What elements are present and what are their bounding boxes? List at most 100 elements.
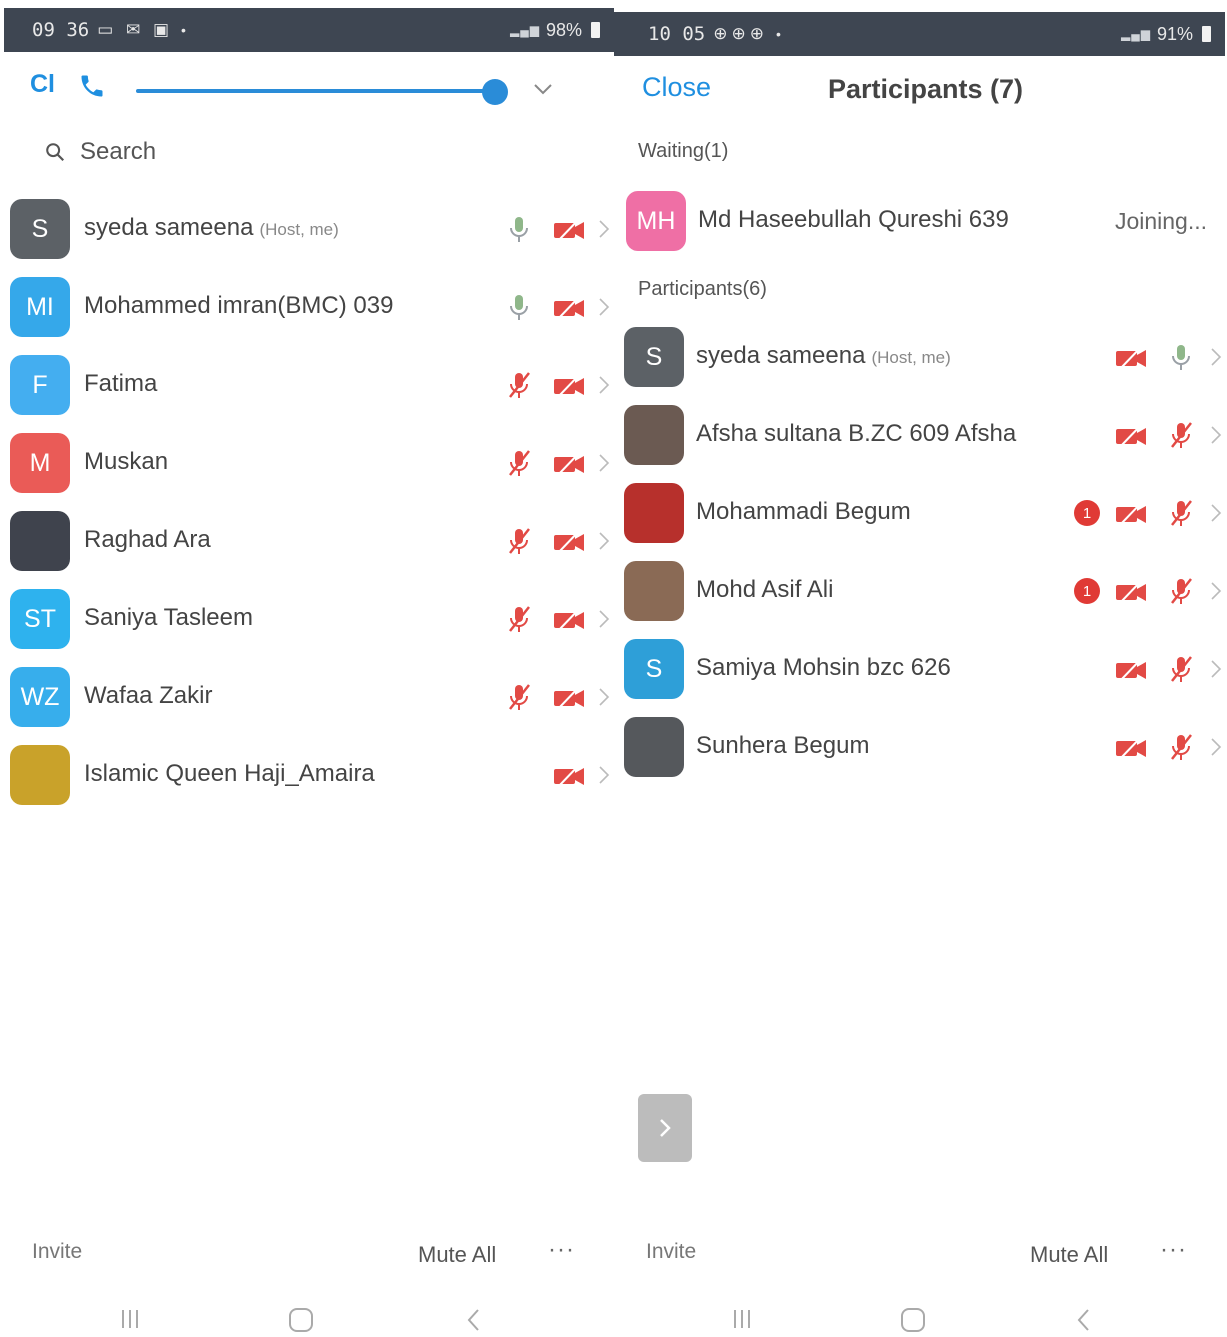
chevron-down-icon[interactable] [532, 82, 554, 96]
chevron-right-icon[interactable] [1210, 737, 1222, 757]
close-button[interactable]: Close [642, 72, 711, 103]
participant-row[interactable]: Ssyeda sameena (Host, me) [0, 190, 614, 268]
video-off-icon[interactable] [552, 448, 586, 478]
waiting-row[interactable]: MH Md Haseebullah Qureshi 639 Joining... [614, 182, 1227, 260]
mute-all-button[interactable]: Mute All [1030, 1242, 1108, 1268]
close-button-truncated[interactable]: Cl [30, 70, 55, 99]
participant-list: Ssyeda sameena (Host, me) Afsha sultana B.… [614, 318, 1227, 786]
chevron-right-icon[interactable] [598, 765, 610, 785]
microphone-muted-icon[interactable] [502, 682, 536, 712]
battery-percent: 91% [1156, 23, 1193, 44]
video-off-icon[interactable] [1114, 498, 1148, 528]
chevron-right-icon[interactable] [598, 219, 610, 239]
participants-section-label: Participants(6) [638, 278, 767, 300]
volume-slider-handle[interactable] [482, 79, 508, 105]
status-bar: 10 05 ⊕⊕⊕ • ▂▄▆ 91% [614, 12, 1225, 56]
recent-apps-icon[interactable] [728, 1306, 756, 1332]
home-icon[interactable] [286, 1306, 316, 1334]
video-off-icon[interactable] [1114, 654, 1148, 684]
participant-name-text: Mohammadi Begum [696, 498, 911, 525]
phone-icon[interactable] [78, 72, 106, 100]
waiting-section-label: Waiting(1) [638, 140, 729, 162]
participant-row[interactable]: S Samiya Mohsin bzc 626 [614, 630, 1227, 708]
participant-row[interactable]: Islamic Queen Haji_Amaira [0, 736, 614, 814]
participant-row[interactable]: WZ Wafaa Zakir [0, 658, 614, 736]
battery-icon [1202, 26, 1211, 42]
back-icon[interactable] [464, 1306, 484, 1334]
avatar: S [624, 639, 684, 699]
video-off-icon[interactable] [1114, 420, 1148, 450]
chevron-right-icon[interactable] [598, 687, 610, 707]
video-off-icon[interactable] [1114, 342, 1148, 372]
participant-row[interactable]: F Fatima [0, 346, 614, 424]
participant-row[interactable]: Raghad Ara [0, 502, 614, 580]
microphone-muted-icon[interactable] [502, 526, 536, 556]
video-off-icon[interactable] [552, 292, 586, 322]
chevron-right-icon[interactable] [598, 375, 610, 395]
participant-name-text: Fatima [84, 370, 158, 397]
chevron-right-icon[interactable] [598, 453, 610, 473]
video-off-icon[interactable] [552, 682, 586, 712]
chevron-right-icon[interactable] [1210, 581, 1222, 601]
chevron-right-icon[interactable] [598, 531, 610, 551]
participant-row[interactable]: Sunhera Begum [614, 708, 1227, 786]
participant-name-text: Raghad Ara [84, 526, 211, 553]
avatar-photo [624, 717, 684, 777]
recent-apps-icon[interactable] [116, 1306, 144, 1332]
microphone-muted-icon[interactable] [502, 604, 536, 634]
chevron-right-icon[interactable] [1210, 347, 1222, 367]
participant-row[interactable]: M Muskan [0, 424, 614, 502]
video-off-icon[interactable] [552, 760, 586, 790]
participant-row[interactable]: MI Mohammed imran(BMC) 039 [0, 268, 614, 346]
video-off-icon[interactable] [552, 526, 586, 556]
status-time: 09 36 [32, 19, 90, 41]
participant-name-text: Sunhera Begum [696, 732, 870, 759]
invite-button[interactable]: Invite [32, 1240, 82, 1264]
microphone-muted-icon[interactable] [1164, 654, 1198, 684]
invite-button[interactable]: Invite [646, 1240, 696, 1264]
back-icon[interactable] [1074, 1306, 1094, 1334]
panel-toggle-button[interactable] [638, 1094, 692, 1162]
video-off-icon[interactable] [552, 604, 586, 634]
mute-all-button[interactable]: Mute All [418, 1242, 496, 1268]
microphone-muted-icon[interactable] [1164, 576, 1198, 606]
volume-slider-track[interactable] [136, 89, 496, 93]
video-off-icon[interactable] [552, 214, 586, 244]
more-options-button[interactable]: ··· [1160, 1236, 1187, 1264]
microphone-icon[interactable] [1164, 342, 1198, 372]
participant-row[interactable]: Mohammadi Begum 1 [614, 474, 1227, 552]
microphone-icon[interactable] [502, 292, 536, 322]
chevron-right-icon[interactable] [1210, 425, 1222, 445]
microphone-muted-icon[interactable] [1164, 420, 1198, 450]
unread-badge: 1 [1074, 578, 1100, 604]
participant-row[interactable]: Ssyeda sameena (Host, me) [614, 318, 1227, 396]
status-time: 10 05 [648, 23, 706, 45]
participant-row[interactable]: Afsha sultana B.ZC 609 Afsha [614, 396, 1227, 474]
chevron-right-icon[interactable] [1210, 503, 1222, 523]
meeting-header: Cl [0, 62, 614, 118]
microphone-muted-icon[interactable] [1164, 732, 1198, 762]
notification-dot-icon: • [775, 26, 781, 42]
home-icon[interactable] [898, 1306, 928, 1334]
search-field[interactable]: Search [44, 132, 156, 172]
microphone-icon[interactable] [502, 214, 536, 244]
avatar: S [10, 199, 70, 259]
chevron-right-icon[interactable] [598, 609, 610, 629]
notification-dot-icon: • [181, 22, 186, 38]
microphone-muted-icon[interactable] [1164, 498, 1198, 528]
chevron-right-icon[interactable] [598, 297, 610, 317]
video-off-icon[interactable] [1114, 576, 1148, 606]
participant-row[interactable]: Mohd Asif Ali 1 [614, 552, 1227, 630]
microphone-muted-icon[interactable] [502, 448, 536, 478]
more-options-button[interactable]: ··· [548, 1236, 575, 1264]
chevron-right-icon[interactable] [1210, 659, 1222, 679]
video-off-icon[interactable] [1114, 732, 1148, 762]
participant-name-text: Wafaa Zakir [84, 682, 213, 709]
microphone-muted-icon[interactable] [502, 370, 536, 400]
participant-name: Raghad Ara [84, 526, 211, 554]
video-off-icon[interactable] [552, 370, 586, 400]
participant-row[interactable]: ST Saniya Tasleem [0, 580, 614, 658]
participant-name-text: Mohd Asif Ali [696, 576, 834, 603]
joining-status: Joining... [1114, 208, 1207, 234]
participant-name-text: Afsha sultana B.ZC 609 Afsha [696, 420, 1017, 447]
